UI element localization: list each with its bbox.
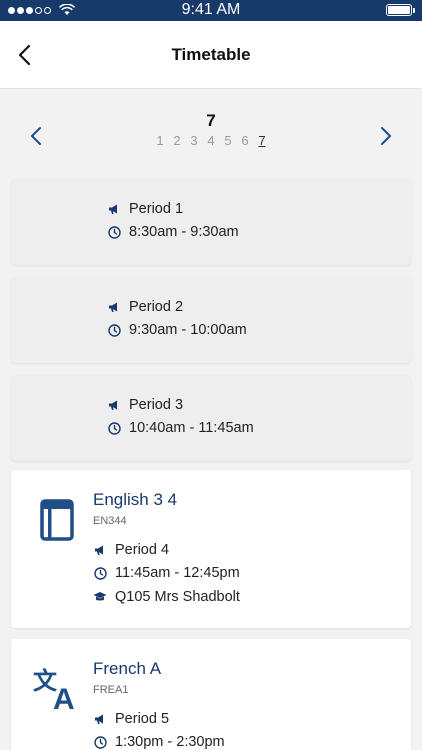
- day-link[interactable]: 1: [155, 133, 166, 148]
- subject-name: English 3 4: [93, 490, 178, 509]
- megaphone-icon: [107, 300, 121, 314]
- chevron-right-icon: [381, 127, 391, 145]
- day-link[interactable]: 6: [240, 133, 251, 148]
- time-row: 9:30am - 10:00am: [107, 322, 247, 338]
- time-row: 8:30am - 9:30am: [107, 224, 239, 240]
- time-row: 11:45am - 12:45pm: [93, 565, 240, 581]
- day-link[interactable]: 2: [172, 133, 183, 148]
- period-label: Period 5: [115, 711, 170, 727]
- teacher-row: Q105 Mrs Shadbolt: [93, 589, 240, 605]
- period-row: Period 4: [93, 542, 169, 558]
- period-label: Period 4: [115, 542, 170, 558]
- day-link[interactable]: 4: [206, 133, 217, 148]
- translate-icon: 文 A: [31, 663, 83, 715]
- day-link[interactable]: 3: [189, 133, 200, 148]
- time-label: 1:30pm - 2:30pm: [115, 734, 225, 750]
- subject-name: French A: [93, 659, 162, 678]
- period-row: Period 2: [107, 299, 183, 315]
- battery-icon: [386, 4, 415, 16]
- clock-icon: [107, 323, 121, 337]
- status-time: 9:41 AM: [181, 1, 241, 18]
- clock-icon: [93, 566, 107, 580]
- time-label: 11:45am - 12:45pm: [115, 565, 240, 581]
- megaphone-icon: [93, 712, 107, 726]
- free-period-card[interactable]: Period 1 8:30am - 9:30am: [11, 179, 411, 265]
- book-icon: [31, 494, 83, 546]
- day-pager: 7 1 2 3 4 5 6 7: [0, 90, 422, 176]
- free-period-card[interactable]: Period 3 10:40am - 11:45am: [11, 375, 411, 461]
- free-period-card[interactable]: Period 2 9:30am - 10:00am: [11, 277, 411, 363]
- megaphone-icon: [93, 543, 107, 557]
- period-row: Period 3: [107, 397, 183, 413]
- page-title: Timetable: [171, 45, 251, 64]
- megaphone-icon: [107, 398, 121, 412]
- status-bar: 9:41 AM: [0, 0, 422, 21]
- graduation-cap-icon: [93, 590, 107, 604]
- class-card[interactable]: 文 A French A FREA1 Period 5 1:30pm - 2:3…: [11, 639, 411, 750]
- subject-code: FREA1: [93, 684, 129, 696]
- clock-icon: [107, 421, 121, 435]
- time-row: 1:30pm - 2:30pm: [93, 734, 225, 750]
- clock-icon: [93, 735, 107, 749]
- class-card[interactable]: English 3 4 EN344 Period 4 11:45am - 12:…: [11, 470, 411, 628]
- clock-icon: [107, 225, 121, 239]
- day-link[interactable]: 5: [223, 133, 234, 148]
- current-day: 7: [206, 111, 216, 130]
- room-teacher-label: Q105 Mrs Shadbolt: [115, 589, 240, 605]
- period-label: Period 1: [129, 201, 184, 217]
- period-row: Period 1: [107, 201, 183, 217]
- time-label: 8:30am - 9:30am: [129, 224, 239, 240]
- svg-text:A: A: [53, 683, 75, 711]
- navigation-bar: Timetable: [0, 21, 422, 89]
- period-label: Period 3: [129, 397, 184, 413]
- period-row: Period 5: [93, 711, 169, 727]
- day-link-active[interactable]: 7: [257, 133, 268, 148]
- time-row: 10:40am - 11:45am: [107, 420, 254, 436]
- next-day-button[interactable]: [376, 124, 396, 148]
- megaphone-icon: [107, 202, 121, 216]
- time-label: 10:40am - 11:45am: [129, 420, 254, 436]
- period-label: Period 2: [129, 299, 184, 315]
- subject-code: EN344: [93, 515, 127, 527]
- time-label: 9:30am - 10:00am: [129, 322, 247, 338]
- day-list: 1 2 3 4 5 6 7: [0, 133, 422, 148]
